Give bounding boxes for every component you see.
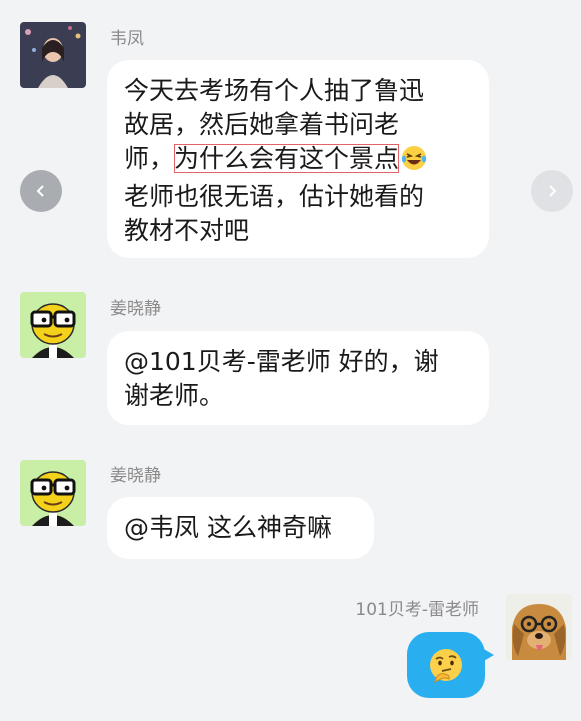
message-bubble[interactable]: 今天去考场有个人抽了鲁迅 故居，然后她拿着书问老 师，为什么会有这个景点 老师也… xyxy=(107,60,489,258)
sender-name: 101贝考-雷老师 xyxy=(355,600,479,620)
message-line: 故居，然后她拿着书问老 xyxy=(124,110,400,139)
avatar-weifeng[interactable] xyxy=(20,22,86,88)
message-line: @101贝考-雷老师 好的，谢 xyxy=(124,347,439,376)
message-line: 教材不对吧 xyxy=(124,216,250,245)
thinking-face-emoji-icon xyxy=(430,649,462,683)
sender-name: 姜晓静 xyxy=(110,299,161,319)
bubble-tail xyxy=(482,648,494,662)
message-line: 谢老师。 xyxy=(124,381,225,410)
self-message-bubble[interactable] xyxy=(407,632,485,698)
highlighted-phrase: 为什么会有这个景点 xyxy=(174,144,400,173)
sender-name: 韦凤 xyxy=(110,29,144,49)
message-line: 老师也很无语，估计她看的 xyxy=(124,182,425,211)
avatar-self[interactable] xyxy=(506,594,572,660)
message-line: 今天去考场有个人抽了鲁迅 xyxy=(124,76,425,105)
avatar-jiangxiaojing[interactable] xyxy=(20,292,86,358)
sender-name: 姜晓静 xyxy=(110,466,161,486)
message-bubble[interactable]: @韦凤 这么神奇嘛 xyxy=(107,497,374,559)
message-bubble[interactable]: @101贝考-雷老师 好的，谢 谢老师。 xyxy=(107,331,489,425)
prev-button[interactable] xyxy=(20,170,62,212)
avatar-jiangxiaojing[interactable] xyxy=(20,460,86,526)
laughing-tears-emoji-icon xyxy=(401,145,427,180)
chevron-left-icon xyxy=(36,185,44,197)
message-line: 师， xyxy=(124,144,175,173)
message-line: @韦凤 这么神奇嘛 xyxy=(124,513,332,542)
chevron-right-icon xyxy=(549,185,557,197)
next-button[interactable] xyxy=(531,170,573,212)
